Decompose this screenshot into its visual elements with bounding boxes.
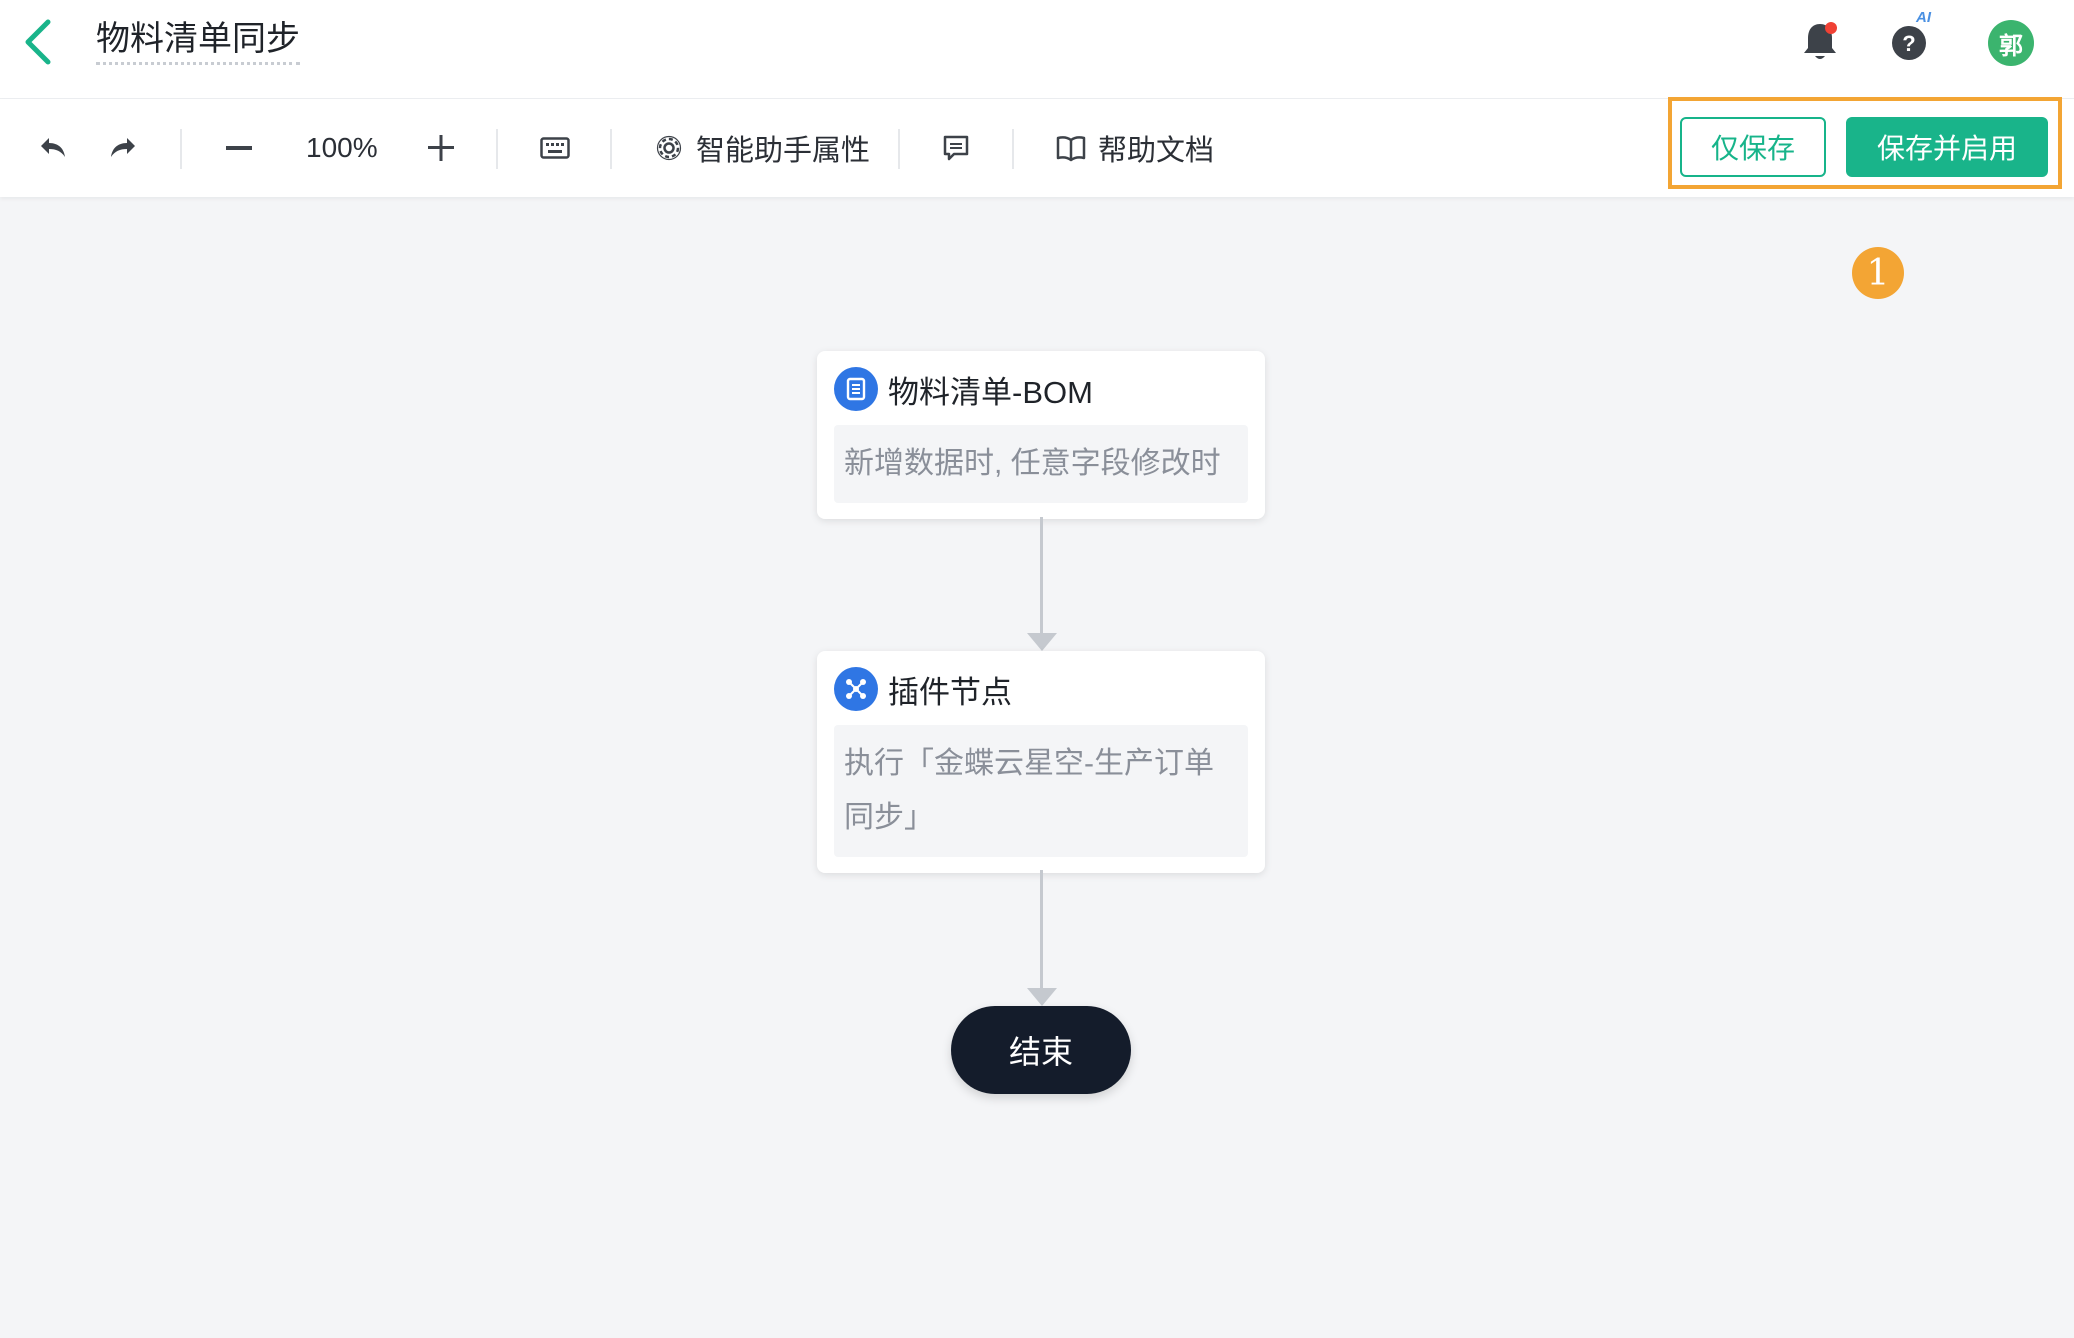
zoom-in-icon (428, 135, 454, 161)
page-title[interactable]: 物料清单同步 (96, 18, 300, 65)
redo-button[interactable] (108, 99, 138, 197)
flow-arrow (1027, 633, 1057, 651)
shortcuts-button[interactable] (540, 99, 570, 197)
toolbar-divider (1012, 129, 1014, 169)
node-title: 插件节点 (888, 674, 1012, 710)
annotation-highlight-box (1668, 97, 2062, 189)
book-icon (1056, 136, 1086, 162)
chevron-left-icon (25, 19, 51, 65)
assistant-properties-button[interactable]: 智能助手属性 (654, 99, 870, 197)
assistant-properties-label: 智能助手属性 (696, 135, 871, 167)
help-docs-button[interactable]: 帮助文档 (1056, 99, 1214, 197)
plugin-icon (834, 667, 878, 711)
bell-icon (1804, 22, 1837, 59)
user-avatar[interactable]: 郭 (1988, 20, 2034, 66)
svg-text:?: ? (1902, 31, 1915, 56)
annotation-step-marker: 1 (1852, 247, 1904, 299)
zoom-out-icon (226, 146, 252, 150)
top-header: 物料清单同步 ? AI 郭 (0, 0, 2074, 99)
undo-icon (41, 138, 65, 157)
flow-arrow (1027, 988, 1057, 1006)
help-docs-label: 帮助文档 (1098, 135, 1215, 167)
back-button[interactable] (18, 14, 62, 70)
node-description: 执行「金蝶云星空-生产订单 同步」 (834, 725, 1248, 857)
node-description-line: 同步」 (844, 801, 934, 834)
zoom-level: 100% (306, 132, 378, 163)
toolbar-divider (496, 129, 498, 169)
end-node[interactable]: 结束 (951, 1006, 1131, 1094)
undo-button[interactable] (38, 99, 68, 197)
zoom-out-button[interactable] (224, 99, 254, 197)
plugin-node[interactable]: 插件节点 执行「金蝶云星空-生产订单 同步」 (817, 651, 1265, 873)
flow-connector (1040, 870, 1043, 990)
toolbar-divider (180, 129, 182, 169)
node-header: 物料清单-BOM (834, 367, 1248, 411)
toolbar-divider (898, 129, 900, 169)
redo-icon (111, 138, 135, 157)
node-description-line: 执行「金蝶云星空-生产订单 (844, 747, 1214, 780)
toolbar-divider (610, 129, 612, 169)
keyboard-icon (540, 137, 570, 159)
node-description: 新增数据时, 任意字段修改时 (834, 425, 1248, 503)
form-icon (834, 367, 878, 411)
gear-icon (656, 135, 682, 161)
comments-button[interactable] (942, 99, 970, 197)
ai-badge: AI (1916, 9, 1931, 26)
zoom-in-button[interactable] (426, 99, 456, 197)
notifications-button[interactable] (1800, 20, 1840, 64)
node-header: 插件节点 (834, 667, 1248, 711)
trigger-node-bom[interactable]: 物料清单-BOM 新增数据时, 任意字段修改时 (817, 351, 1265, 519)
flow-connector (1040, 517, 1043, 635)
node-title: 物料清单-BOM (888, 374, 1093, 410)
comment-icon (943, 135, 969, 161)
